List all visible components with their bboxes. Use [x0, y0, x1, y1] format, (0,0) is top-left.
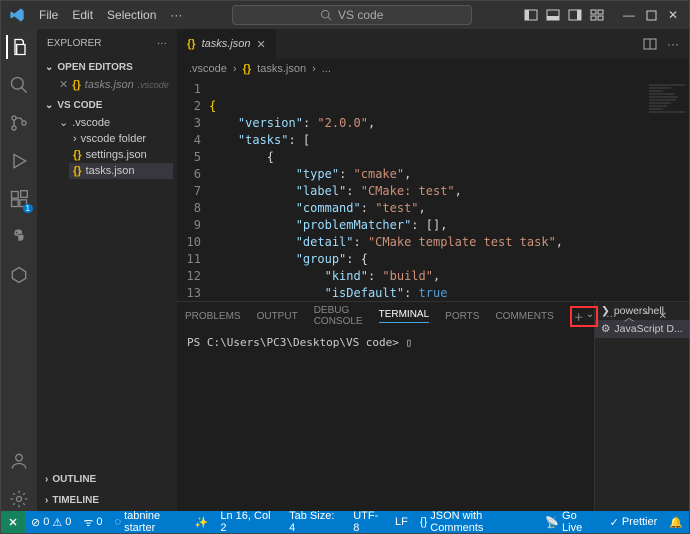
chevron-down-icon: ⌄: [45, 62, 53, 73]
sparkle-icon: ✨: [195, 516, 209, 529]
activity-extra-icon[interactable]: [7, 263, 31, 287]
editor-tab-tasks[interactable]: {} tasks.json ✕: [177, 29, 277, 59]
outline-header[interactable]: ›OUTLINE: [41, 471, 173, 488]
chevron-down-icon: ⌄: [59, 116, 68, 129]
workspace-header[interactable]: ⌄VS CODE: [41, 97, 173, 114]
error-icon: ⊘: [31, 516, 40, 529]
json-file-icon: {}: [187, 38, 196, 50]
close-icon[interactable]: ✕: [665, 7, 681, 23]
status-lncol[interactable]: Ln 16, Col 2: [214, 510, 283, 534]
line-gutter: 12345678910111213141516: [177, 79, 209, 301]
breadcrumb[interactable]: .vscode› {}tasks.json› ...: [177, 59, 689, 79]
json-file-icon: {}: [243, 63, 252, 75]
status-bell-icon[interactable]: 🔔: [663, 510, 689, 534]
chevron-down-icon: ⌄: [45, 100, 53, 111]
status-prettier[interactable]: ✓Prettier: [604, 510, 664, 534]
editor-more-icon[interactable]: ···: [667, 37, 679, 51]
tabnine-icon: ◌: [115, 516, 122, 528]
folder-vscode[interactable]: ⌄.vscode: [55, 114, 173, 131]
tab-close-icon[interactable]: ✕: [256, 38, 265, 51]
activity-explorer-icon[interactable]: [6, 35, 30, 59]
chevron-right-icon: ›: [45, 495, 48, 506]
activity-extensions-icon[interactable]: 1: [7, 187, 31, 211]
layout-grid-icon[interactable]: [589, 7, 605, 23]
panel-more-icon[interactable]: ···: [606, 311, 616, 322]
panel-tab-terminal[interactable]: TERMINAL: [379, 309, 430, 323]
chevron-right-icon: ›: [45, 474, 48, 485]
split-editor-icon[interactable]: [643, 37, 657, 51]
explorer-more-icon[interactable]: ···: [157, 38, 167, 49]
new-terminal-dropdown-icon[interactable]: ⌄: [586, 309, 594, 324]
json-file-icon: {}: [72, 79, 81, 91]
open-editor-item[interactable]: ✕ {} tasks.json .vscode: [55, 76, 173, 93]
warning-icon: ⚠: [52, 516, 62, 529]
terminal-body[interactable]: PS C:\Users\PC3\Desktop\VS code> ▯: [177, 330, 594, 511]
status-eol[interactable]: LF: [389, 510, 414, 534]
panel-tab-problems[interactable]: PROBLEMS: [185, 311, 241, 322]
chevron-right-icon: ›: [73, 133, 77, 145]
panel-up-icon[interactable]: ︿: [624, 309, 634, 324]
explorer-title: EXPLORER: [47, 38, 101, 49]
maximize-icon[interactable]: [643, 7, 659, 23]
activity-debug-icon[interactable]: [7, 149, 31, 173]
panel-maximize-icon[interactable]: ⌃: [642, 311, 650, 322]
menu-more[interactable]: ···: [164, 6, 188, 24]
status-encoding[interactable]: UTF-8: [347, 510, 389, 534]
remote-indicator[interactable]: [1, 511, 25, 533]
layout-bottom-icon[interactable]: [545, 7, 561, 23]
panel-tab-output[interactable]: OUTPUT: [257, 311, 298, 322]
antenna-icon: ᯤ: [83, 515, 93, 530]
open-editors-header[interactable]: ⌄OPEN EDITORS: [41, 59, 173, 76]
activity-python-icon[interactable]: [7, 225, 31, 249]
menu-selection[interactable]: Selection: [101, 6, 162, 24]
status-ports[interactable]: ᯤ0: [77, 515, 108, 530]
folder-sub[interactable]: ›vscode folder: [69, 131, 173, 147]
activity-account-icon[interactable]: [7, 449, 31, 473]
json-icon: {}: [420, 516, 427, 528]
minimap[interactable]: [649, 83, 685, 163]
json-file-icon: {}: [73, 149, 82, 161]
status-language[interactable]: {}JSON with Comments: [414, 510, 539, 534]
check-icon: ✓: [610, 516, 619, 529]
minimize-icon[interactable]: —: [621, 7, 637, 23]
vscode-logo-icon: [9, 7, 25, 23]
activity-scm-icon[interactable]: [7, 111, 31, 135]
panel-tab-comments[interactable]: COMMENTS: [495, 311, 553, 322]
status-tabnine[interactable]: ◌tabnine starter✨: [109, 510, 215, 534]
panel-close-icon[interactable]: ✕: [659, 311, 667, 322]
command-center[interactable]: VS code: [232, 5, 472, 25]
file-settings[interactable]: {}settings.json: [69, 147, 173, 163]
panel-tab-ports[interactable]: PORTS: [445, 311, 479, 322]
broadcast-icon: 📡: [545, 516, 559, 529]
panel-tab-debug[interactable]: DEBUG CONSOLE: [314, 305, 363, 327]
status-errors[interactable]: ⊘0⚠0: [25, 516, 77, 529]
timeline-header[interactable]: ›TIMELINE: [41, 492, 173, 509]
activity-search-icon[interactable]: [7, 73, 31, 97]
menu-edit[interactable]: Edit: [66, 6, 99, 24]
close-editor-icon[interactable]: ✕: [59, 78, 68, 91]
status-golive[interactable]: 📡Go Live: [539, 510, 603, 534]
search-icon: [320, 9, 332, 21]
new-terminal-icon[interactable]: ＋: [574, 309, 584, 324]
activity-settings-icon[interactable]: [7, 487, 31, 511]
command-center-text: VS code: [338, 8, 383, 22]
code-editor[interactable]: { "version": "2.0.0", "tasks": [ { "type…: [209, 79, 689, 301]
json-file-icon: {}: [73, 165, 82, 177]
file-tasks[interactable]: {}tasks.json: [69, 163, 173, 179]
menu-file[interactable]: File: [33, 6, 64, 24]
status-tabsize[interactable]: Tab Size: 4: [283, 510, 347, 534]
layout-left-icon[interactable]: [523, 7, 539, 23]
layout-right-icon[interactable]: [567, 7, 583, 23]
